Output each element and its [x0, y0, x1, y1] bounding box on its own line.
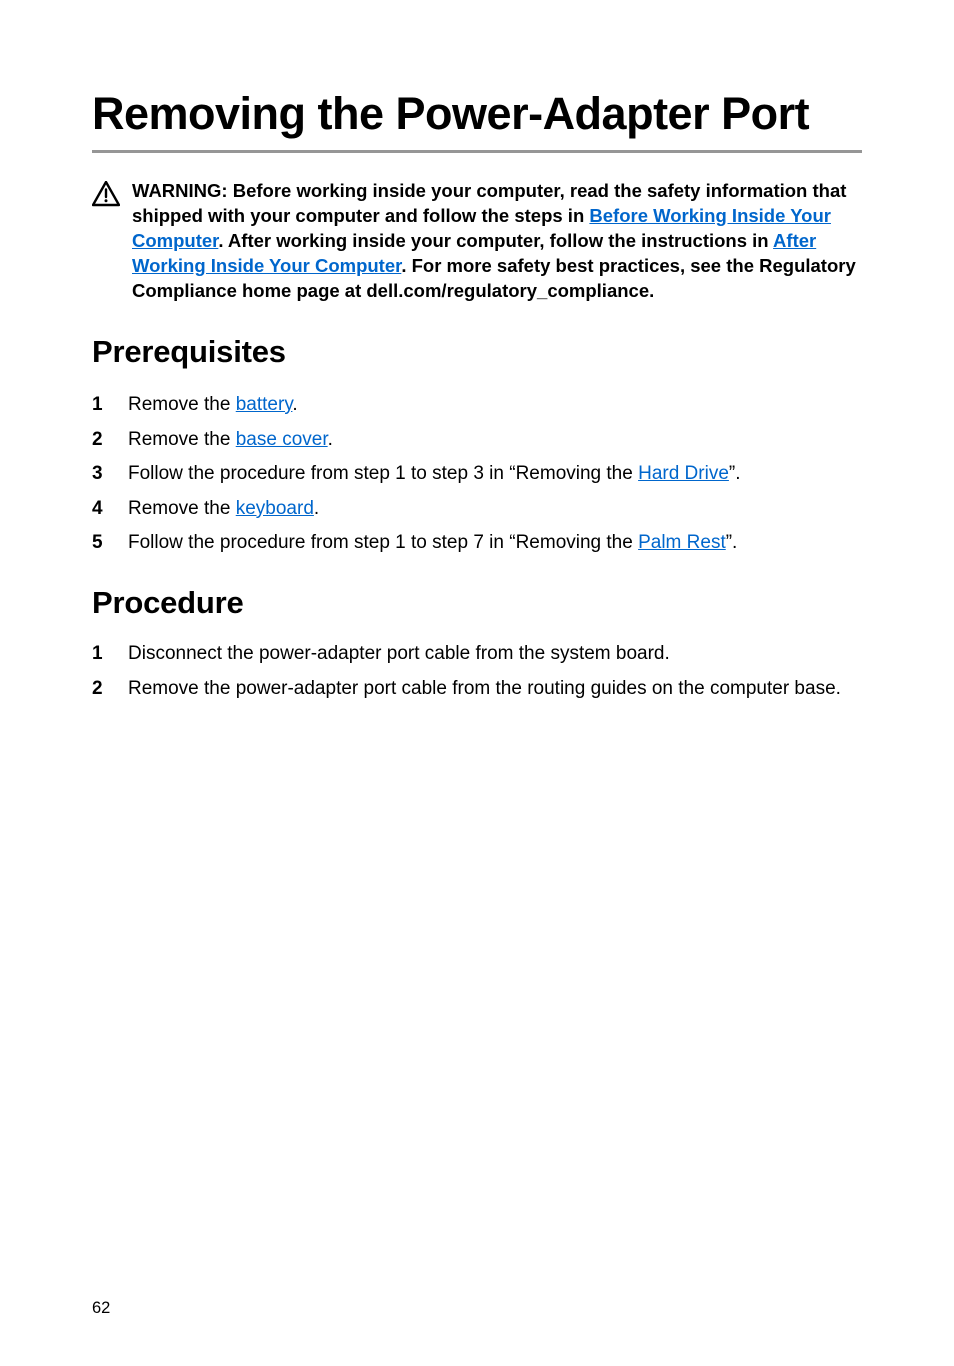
- item-body: Follow the procedure from step 1 to step…: [128, 461, 862, 488]
- text-before: Follow the procedure from step 1 to step…: [128, 463, 638, 484]
- procedure-list: 1 Disconnect the power-adapter port cabl…: [92, 641, 862, 702]
- text-before: Remove the: [128, 429, 236, 450]
- heading-procedure: Procedure: [92, 585, 862, 621]
- item-body: Disconnect the power-adapter port cable …: [128, 641, 862, 668]
- list-item: 2 Remove the power-adapter port cable fr…: [92, 676, 862, 703]
- item-body: Remove the power-adapter port cable from…: [128, 676, 862, 703]
- text-after: .: [328, 429, 333, 450]
- item-number: 5: [92, 530, 128, 557]
- text-after: .: [314, 498, 319, 519]
- item-number: 2: [92, 427, 128, 454]
- warning-mid1: . After working inside your computer, fo…: [218, 230, 773, 251]
- page-number: 62: [92, 1299, 110, 1318]
- link-hard-drive[interactable]: Hard Drive: [638, 463, 729, 484]
- item-body: Remove the battery.: [128, 392, 862, 419]
- item-body: Remove the keyboard.: [128, 496, 862, 523]
- list-item: 4 Remove the keyboard.: [92, 496, 862, 523]
- item-number: 3: [92, 461, 128, 488]
- item-body: Follow the procedure from step 1 to step…: [128, 530, 862, 557]
- text-after: ”.: [729, 463, 741, 484]
- list-item: 3 Follow the procedure from step 1 to st…: [92, 461, 862, 488]
- link-palm-rest[interactable]: Palm Rest: [638, 532, 726, 553]
- item-number: 4: [92, 496, 128, 523]
- list-item: 5 Follow the procedure from step 1 to st…: [92, 530, 862, 557]
- warning-icon: [92, 181, 120, 207]
- page-title: Removing the Power-Adapter Port: [92, 90, 862, 138]
- link-keyboard[interactable]: keyboard: [236, 498, 314, 519]
- text-before: Follow the procedure from step 1 to step…: [128, 532, 638, 553]
- link-battery[interactable]: battery: [236, 394, 293, 415]
- list-item: 1 Disconnect the power-adapter port cabl…: [92, 641, 862, 668]
- prerequisites-list: 1 Remove the battery. 2 Remove the base …: [92, 392, 862, 557]
- warning-text: WARNING: Before working inside your comp…: [132, 179, 862, 304]
- text-before: Remove the: [128, 498, 236, 519]
- link-base-cover[interactable]: base cover: [236, 429, 328, 450]
- title-divider: [92, 150, 862, 153]
- text-after: .: [292, 394, 297, 415]
- item-number: 1: [92, 392, 128, 419]
- heading-prerequisites: Prerequisites: [92, 334, 862, 370]
- list-item: 1 Remove the battery.: [92, 392, 862, 419]
- item-number: 2: [92, 676, 128, 703]
- text-after: ”.: [726, 532, 738, 553]
- warning-block: WARNING: Before working inside your comp…: [92, 179, 862, 304]
- list-item: 2 Remove the base cover.: [92, 427, 862, 454]
- item-number: 1: [92, 641, 128, 668]
- text-before: Remove the: [128, 394, 236, 415]
- item-body: Remove the base cover.: [128, 427, 862, 454]
